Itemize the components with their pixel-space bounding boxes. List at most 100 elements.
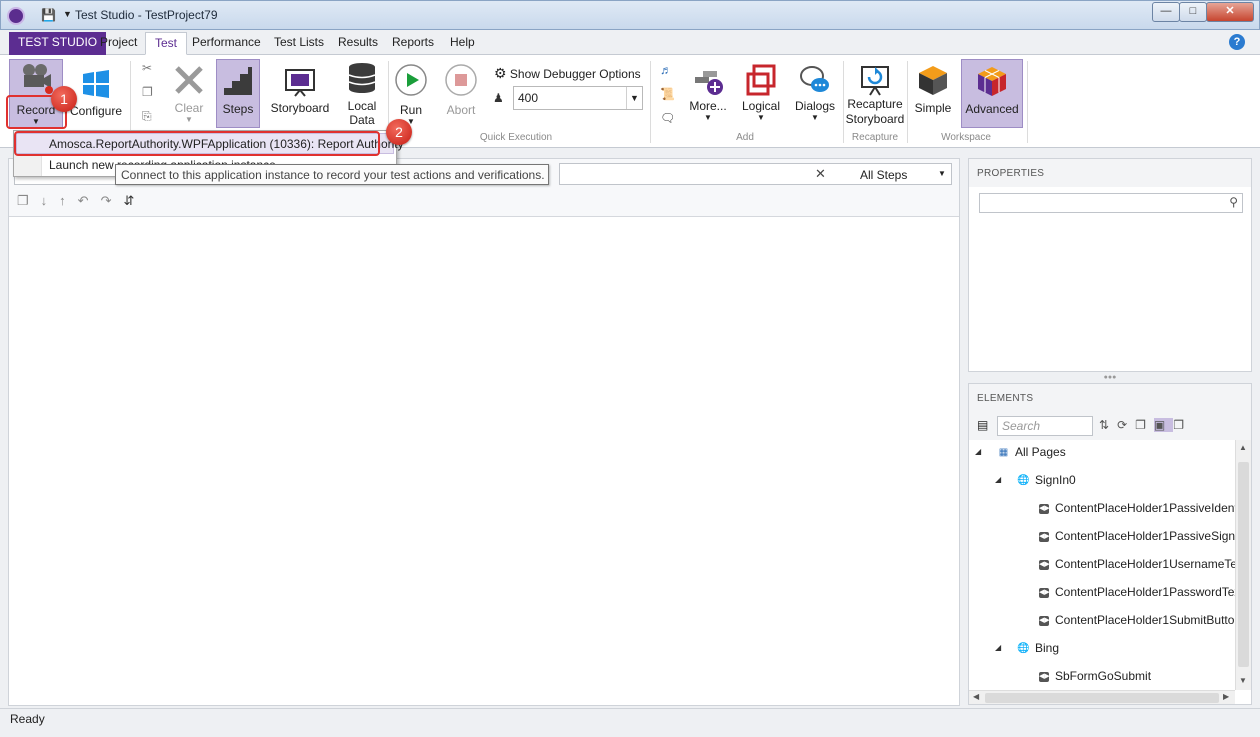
collapse-all-icon[interactable]: ❐ <box>1135 418 1154 432</box>
elements-search-input[interactable]: Search <box>997 416 1093 436</box>
configure-label: Configure <box>69 104 123 118</box>
ribbon-separator <box>1027 61 1028 143</box>
element-icon: ◀▶ <box>1039 560 1050 570</box>
move-step-icon[interactable]: ⇵ <box>123 193 146 208</box>
maximize-button[interactable]: □ <box>1179 2 1207 22</box>
expander-icon[interactable]: ◢ <box>995 643 1001 652</box>
ribbon-separator <box>650 61 651 143</box>
abort-button[interactable]: Abort <box>441 63 481 123</box>
configure-button[interactable]: Configure <box>68 59 124 129</box>
cut-icon[interactable]: ✂ <box>142 61 152 75</box>
steps-pane: ✕ All Steps ▼ ❐↓↑↶↷⇵ <box>8 158 960 706</box>
expand-all-icon[interactable]: ❐ <box>1173 418 1192 432</box>
clear-x-icon <box>175 66 203 94</box>
refresh-icon[interactable]: ⟳ <box>1117 418 1135 432</box>
view-mode-icon[interactable]: ▣ <box>1153 418 1174 432</box>
logical-dropdown-icon: ▼ <box>757 113 765 122</box>
advanced-label: Advanced <box>965 102 1019 116</box>
show-debugger-options-button[interactable]: ⚙ Show Debugger Options <box>494 65 641 82</box>
pane-splitter[interactable]: ●●● <box>968 374 1252 381</box>
add-step-icon[interactable]: ♬ <box>660 63 672 77</box>
elements-header: ELEMENTS <box>969 384 1251 412</box>
local-data-label: Local Data <box>347 99 377 127</box>
dialogs-label: Dialogs <box>794 99 836 113</box>
storyboard-label: Storyboard <box>270 101 330 115</box>
storyboard-button[interactable]: Storyboard <box>266 59 334 129</box>
chevron-down-icon[interactable]: ▼ <box>938 169 946 178</box>
elements-tree: ◢ ▦ All Pages ◢ 🌐 SignIn0 ◀▶ ContentPlac… <box>969 440 1235 690</box>
scroll-down-icon[interactable]: ▼ <box>1239 676 1247 685</box>
tab-results[interactable]: Results <box>329 32 387 55</box>
callout-badge-2: 2 <box>386 119 412 145</box>
tab-reports[interactable]: Reports <box>383 32 443 55</box>
group-label-quick-execution: Quick Execution <box>479 132 553 143</box>
move-up-icon[interactable]: ↑ <box>59 193 78 208</box>
properties-search-input[interactable]: ⚲ <box>979 193 1243 213</box>
comment-icon[interactable]: 🗨 <box>660 111 675 125</box>
show-debugger-options-label: Show Debugger Options <box>509 67 641 81</box>
advanced-cube-icon <box>978 67 1006 96</box>
steps-tools: ❐↓↑↶↷⇵ <box>17 193 146 209</box>
scroll-right-icon[interactable]: ▶ <box>1223 692 1229 701</box>
element-icon: ◀▶ <box>1039 672 1050 682</box>
advanced-workspace-button[interactable]: Advanced <box>961 59 1023 128</box>
recapture-storyboard-button[interactable]: Recapture Storyboard <box>845 63 905 131</box>
collapse-icon[interactable]: ❐ <box>17 193 41 208</box>
clear-button[interactable]: Clear ▼ <box>167 59 211 129</box>
filter-clear-icon[interactable]: ✕ <box>815 166 826 182</box>
tab-project[interactable]: Project <box>91 32 146 55</box>
simple-workspace-button[interactable]: Simple <box>910 59 956 127</box>
ribbon-tabs: TEST STUDIO Project Test Performance Tes… <box>0 30 1260 55</box>
steps-filter-select[interactable]: ✕ All Steps ▼ <box>559 163 952 185</box>
group-label-add: Add <box>736 132 754 143</box>
quick-access-dropdown-icon[interactable]: ▼ <box>63 9 72 19</box>
elements-vertical-scrollbar[interactable]: ▲ ▼ <box>1235 440 1251 690</box>
hierarchy-icon[interactable]: ▤ <box>977 418 988 432</box>
scrollbar-thumb[interactable] <box>1238 462 1249 667</box>
save-icon[interactable]: 💾 <box>41 8 56 22</box>
web-page-icon: 🌐 <box>1017 643 1030 654</box>
close-button[interactable]: ✕ <box>1206 2 1254 22</box>
local-data-button[interactable]: Local Data <box>340 59 384 133</box>
element-icon: ◀▶ <box>1039 504 1050 514</box>
expander-icon[interactable]: ◢ <box>975 447 981 456</box>
tree-node-label: ContentPlaceHolder1UsernameTextBox <box>1055 557 1235 571</box>
tab-test[interactable]: Test <box>145 32 188 55</box>
stop-icon <box>445 64 477 96</box>
more-label: More... <box>689 99 727 113</box>
execution-speed-select[interactable]: 400 ▼ <box>513 86 643 110</box>
element-icon: ◀▶ <box>1039 588 1050 598</box>
minimize-button[interactable]: — <box>1152 2 1180 22</box>
expander-icon[interactable]: ◢ <box>995 475 1001 484</box>
tab-help[interactable]: Help <box>441 32 484 55</box>
logical-button[interactable]: Logical ▼ <box>738 63 784 131</box>
sort-az-icon[interactable]: ⇅ <box>1099 418 1117 432</box>
clear-dropdown-icon: ▼ <box>185 115 193 124</box>
windows-logo-icon <box>83 70 109 98</box>
simple-cube-icon <box>919 66 947 95</box>
search-icon: ⚲ <box>1229 195 1238 209</box>
scroll-up-icon[interactable]: ▲ <box>1239 443 1247 452</box>
script-icon[interactable]: 📜 <box>660 87 675 101</box>
redo-icon[interactable]: ↷ <box>101 193 124 208</box>
recapture-icon <box>861 66 889 96</box>
dialogs-button[interactable]: Dialogs ▼ <box>792 63 838 131</box>
execution-speed-value: 400 <box>518 91 539 105</box>
undo-icon[interactable]: ↶ <box>78 193 101 208</box>
more-button[interactable]: More... ▼ <box>686 63 730 131</box>
elements-horizontal-scrollbar[interactable]: ◀ ▶ <box>969 690 1235 704</box>
chevron-down-icon[interactable]: ▼ <box>626 87 642 109</box>
scroll-left-icon[interactable]: ◀ <box>973 692 979 701</box>
move-down-icon[interactable]: ↓ <box>41 193 60 208</box>
tree-node-label: ContentPlaceHolder1PassiveSignInButton <box>1055 529 1235 543</box>
tree-node-label: SignIn0 <box>1035 473 1076 487</box>
tab-performance[interactable]: Performance <box>183 32 270 55</box>
scrollbar-thumb[interactable] <box>985 693 1219 703</box>
callout-highlight-menu-item <box>14 131 380 156</box>
tab-test-lists[interactable]: Test Lists <box>265 32 333 55</box>
test-studio-logo-icon[interactable] <box>7 7 25 25</box>
paste-icon[interactable]: ⎘ <box>142 109 152 124</box>
steps-button[interactable]: Steps <box>216 59 260 128</box>
copy-icon[interactable]: ❐ <box>142 85 153 99</box>
help-icon[interactable]: ? <box>1229 34 1245 50</box>
